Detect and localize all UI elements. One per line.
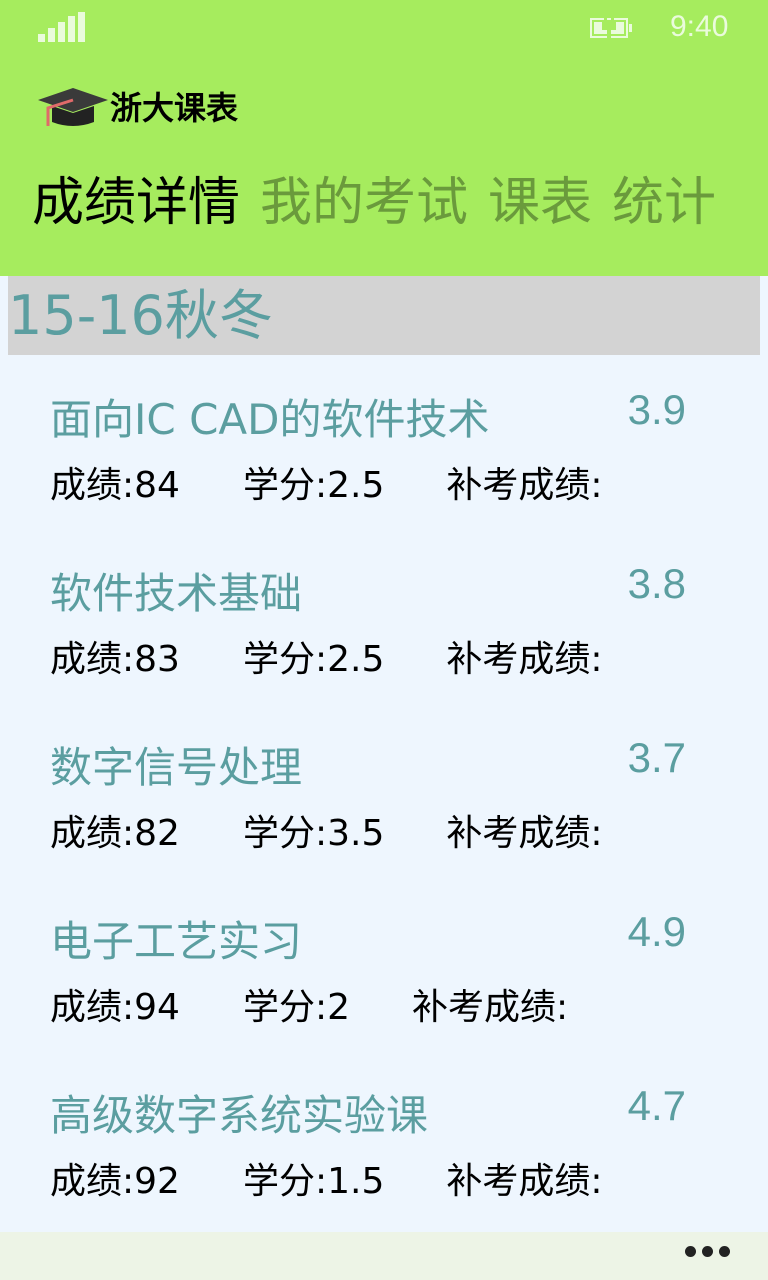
app-bar bbox=[0, 1232, 768, 1280]
tab-statistics[interactable]: 统计 bbox=[612, 160, 716, 235]
app-title-text: 浙大课表 bbox=[110, 89, 239, 127]
more-options-icon[interactable] bbox=[685, 1246, 730, 1257]
course-gpa: 3.9 bbox=[627, 386, 686, 433]
course-name: 高级数字系统实验课 bbox=[50, 1091, 429, 1140]
course-gpa: 4.7 bbox=[627, 1082, 686, 1129]
signal-strength-icon bbox=[38, 12, 85, 42]
score: 成绩:82 bbox=[50, 813, 180, 854]
course-list: 面向IC CAD的软件技术 3.9 成绩:84 学分:2.5 补考成绩: 软件技术基… bbox=[0, 380, 768, 1250]
header: 9:40 浙大课表 成绩详情 我的考试 课表 统计 bbox=[0, 0, 768, 276]
credit: 学分:3.5 bbox=[243, 813, 385, 854]
credit: 学分:2.5 bbox=[243, 465, 385, 506]
battery-charging-icon bbox=[590, 14, 632, 38]
course-gpa: 4.9 bbox=[627, 908, 686, 955]
credit: 学分:2 bbox=[243, 987, 351, 1028]
list-item[interactable]: 软件技术基础 3.8 成绩:83 学分:2.5 补考成绩: bbox=[0, 554, 768, 728]
course-name: 面向IC CAD的软件技术 bbox=[50, 395, 490, 444]
credit: 学分:1.5 bbox=[243, 1161, 385, 1202]
course-name: 电子工艺实习 bbox=[50, 917, 303, 966]
makeup-score: 补考成绩: bbox=[446, 813, 603, 854]
app-title: 浙大课表 bbox=[36, 82, 238, 130]
makeup-score: 补考成绩: bbox=[412, 987, 569, 1028]
tab-timetable[interactable]: 课表 bbox=[488, 160, 592, 235]
tab-my-exams[interactable]: 我的考试 bbox=[260, 160, 468, 235]
makeup-score: 补考成绩: bbox=[446, 639, 603, 680]
tab-grade-details[interactable]: 成绩详情 bbox=[32, 160, 240, 235]
course-name: 数字信号处理 bbox=[50, 743, 303, 792]
semester-header: 15-16秋冬 bbox=[8, 276, 760, 355]
list-item[interactable]: 面向IC CAD的软件技术 3.9 成绩:84 学分:2.5 补考成绩: bbox=[0, 380, 768, 554]
score: 成绩:84 bbox=[50, 465, 180, 506]
clock: 9:40 bbox=[670, 10, 729, 43]
makeup-score: 补考成绩: bbox=[446, 1161, 603, 1202]
score: 成绩:92 bbox=[50, 1161, 180, 1202]
list-item[interactable]: 电子工艺实习 4.9 成绩:94 学分:2 补考成绩: bbox=[0, 902, 768, 1076]
course-gpa: 3.7 bbox=[627, 734, 686, 781]
credit: 学分:2.5 bbox=[243, 639, 385, 680]
list-item[interactable]: 高级数字系统实验课 4.7 成绩:92 学分:1.5 补考成绩: bbox=[0, 1076, 768, 1250]
score: 成绩:83 bbox=[50, 639, 180, 680]
score: 成绩:94 bbox=[50, 987, 180, 1028]
pivot-tabs: 成绩详情 我的考试 课表 统计 bbox=[32, 160, 762, 235]
graduation-cap-icon bbox=[38, 88, 108, 126]
makeup-score: 补考成绩: bbox=[446, 465, 603, 506]
list-item[interactable]: 数字信号处理 3.7 成绩:82 学分:3.5 补考成绩: bbox=[0, 728, 768, 902]
course-gpa: 3.8 bbox=[627, 560, 686, 607]
course-name: 软件技术基础 bbox=[50, 569, 303, 618]
